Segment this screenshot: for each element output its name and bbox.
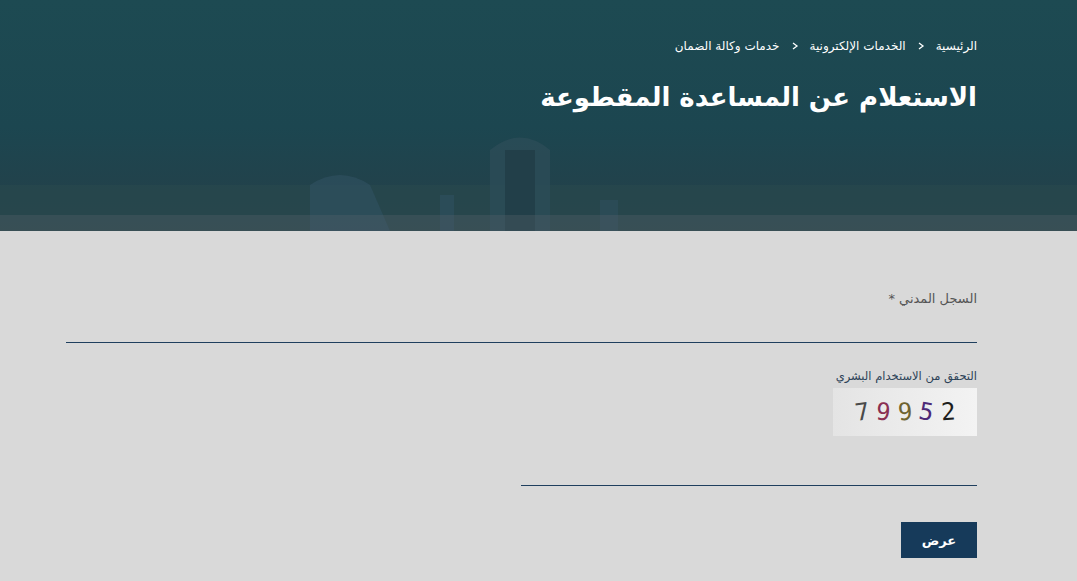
captcha-char: 9 bbox=[897, 397, 914, 428]
captcha-label: التحقق من الاستخدام البشري bbox=[836, 367, 977, 385]
chevron-icon bbox=[790, 41, 800, 51]
captcha-field: التحقق من الاستخدام البشري 79952 bbox=[66, 367, 977, 486]
breadcrumb: الرئيسية الخدمات الإلكترونية خدمات وكالة… bbox=[675, 37, 977, 55]
captcha-input[interactable] bbox=[521, 436, 977, 486]
hero-banner: الرئيسية الخدمات الإلكترونية خدمات وكالة… bbox=[0, 0, 1077, 231]
page-title: الاستعلام عن المساعدة المقطوعة bbox=[540, 77, 977, 117]
captcha-char: 9 bbox=[875, 396, 893, 427]
civil-record-input[interactable] bbox=[66, 309, 977, 343]
breadcrumb-item[interactable]: الرئيسية bbox=[936, 37, 977, 55]
captcha-char: 5 bbox=[917, 396, 936, 428]
breadcrumb-item[interactable]: خدمات وكالة الضمان bbox=[675, 37, 780, 55]
page: الرئيسية الخدمات الإلكترونية خدمات وكالة… bbox=[0, 0, 1077, 581]
skyline-icon bbox=[0, 0, 1077, 231]
chevron-icon bbox=[916, 41, 926, 51]
civil-record-field: السجل المدني * bbox=[66, 289, 977, 343]
captcha-char: 7 bbox=[853, 396, 871, 428]
captcha-char: 2 bbox=[940, 397, 956, 428]
inquiry-form: السجل المدني * التحقق من الاستخدام البشر… bbox=[0, 231, 1077, 558]
breadcrumb-item[interactable]: الخدمات الإلكترونية bbox=[810, 37, 906, 55]
captcha-image: 79952 bbox=[833, 388, 977, 436]
submit-button[interactable]: عرض bbox=[901, 522, 977, 558]
civil-record-label: السجل المدني * bbox=[888, 289, 977, 309]
